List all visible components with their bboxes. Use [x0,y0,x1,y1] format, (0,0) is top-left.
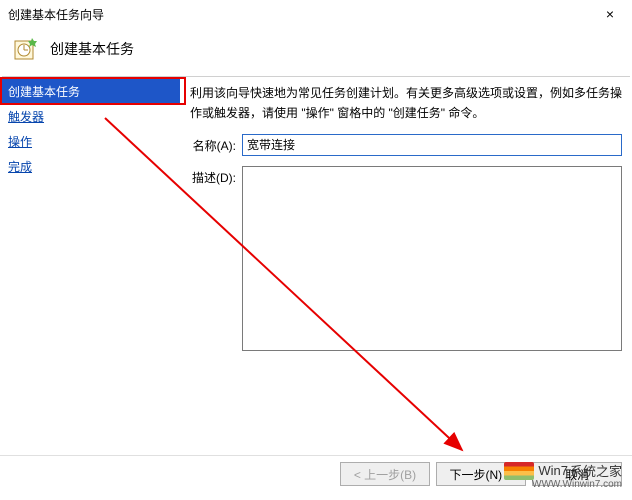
close-icon[interactable]: × [596,0,624,28]
name-label: 名称(A): [190,134,242,154]
step-trigger[interactable]: 触发器 [0,104,180,129]
intro-text: 利用该向导快速地为常见任务创建计划。有关更多高级选项或设置，例如多任务操作或触发… [190,83,622,124]
step-action[interactable]: 操作 [0,129,180,154]
name-input[interactable] [242,134,622,156]
titlebar: 创建基本任务向导 × [0,0,632,28]
description-input[interactable] [242,166,622,351]
watermark-url: WWW.Winwin7.com [532,479,622,490]
watermark-text: 系统之家 [570,461,622,480]
step-create-basic-task[interactable]: 创建基本任务 [0,79,180,104]
dialog-header: 创建基本任务 [0,28,632,76]
wizard-steps-sidebar: 创建基本任务 触发器 操作 完成 [0,77,180,361]
back-button: < 上一步(B) [340,462,430,486]
step-finish[interactable]: 完成 [0,154,180,179]
description-label: 描述(D): [190,166,242,186]
wizard-icon [14,36,40,62]
page-title: 创建基本任务 [50,39,134,59]
form-panel: 利用该向导快速地为常见任务创建计划。有关更多高级选项或设置，例如多任务操作或触发… [180,77,632,361]
watermark-brand: Win7 [538,463,568,478]
window-title: 创建基本任务向导 [8,6,104,23]
watermark-flag-icon [504,462,534,480]
watermark: Win7 系统之家 WWW.Winwin7.com [504,461,622,480]
